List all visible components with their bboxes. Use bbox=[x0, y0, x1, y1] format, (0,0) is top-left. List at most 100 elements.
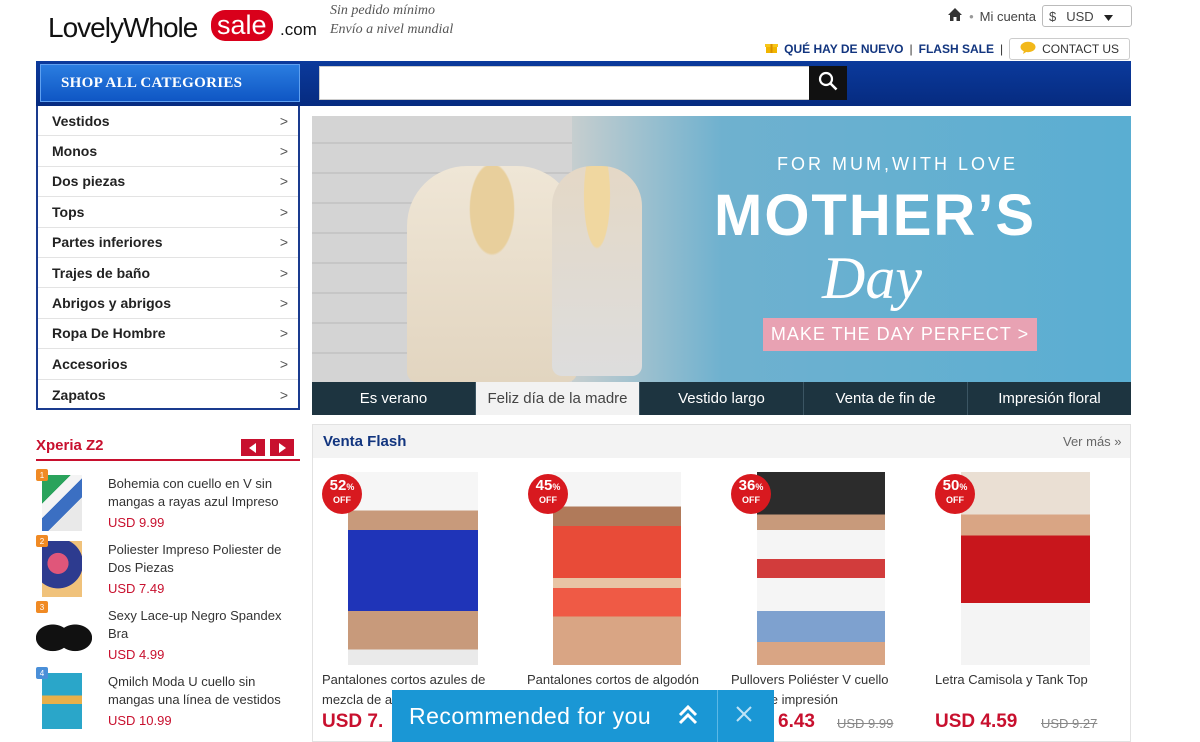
product-name[interactable]: Letra Camisola y Tank Top bbox=[935, 670, 1125, 690]
recommended-popup[interactable]: Recommended for you bbox=[392, 690, 774, 742]
discount-value: 36% bbox=[738, 477, 764, 494]
percent-sign: % bbox=[552, 482, 561, 492]
currency-symbol: $ bbox=[1049, 8, 1057, 24]
category-label: Trajes de baño bbox=[52, 264, 151, 281]
next-arrow-button[interactable] bbox=[270, 439, 294, 456]
product-old-price: USD 9.27 bbox=[1041, 716, 1098, 731]
category-label: Monos bbox=[52, 143, 98, 160]
product-price: USD 9.99 bbox=[108, 515, 165, 530]
category-item-accesorios[interactable]: Accesorios > bbox=[38, 349, 298, 380]
sidebar-list-title: Xperia Z2 bbox=[36, 437, 104, 454]
product-thumbnail[interactable] bbox=[36, 607, 92, 663]
product-thumbnail[interactable] bbox=[42, 541, 82, 597]
site-logo[interactable]: LovelyWhole sale .com bbox=[48, 4, 318, 52]
product-image[interactable] bbox=[961, 472, 1090, 665]
list-item[interactable]: 4 Qmilch Moda U cuello sin mangas una lí… bbox=[36, 667, 300, 739]
account-bar: • Mi cuenta $ USD bbox=[947, 5, 1132, 27]
list-item[interactable]: 2 Poliester Impreso Poliester de Dos Pie… bbox=[36, 535, 300, 607]
search-button[interactable] bbox=[809, 66, 847, 100]
banner-tab-es-verano[interactable]: Es verano bbox=[312, 382, 476, 415]
hero-banner[interactable]: FOR MUM,WITH LOVE MOTHER’S Day MAKE THE … bbox=[312, 116, 1131, 382]
product-name[interactable]: Poliester Impreso Poliester de Dos Pieza… bbox=[108, 541, 298, 577]
category-label: Accesorios bbox=[52, 355, 128, 372]
product-name[interactable]: Pantalones cortos de algodón bbox=[527, 670, 717, 690]
prev-arrow-button[interactable] bbox=[241, 439, 265, 456]
banner-photo-child bbox=[552, 166, 642, 376]
category-item-partes-inferiores[interactable]: Partes inferiores > bbox=[38, 228, 298, 258]
category-label: Tops bbox=[52, 203, 85, 220]
link-separator: | bbox=[909, 42, 913, 56]
banner-tab-impresion-floral[interactable]: Impresión floral bbox=[968, 382, 1131, 415]
category-label: Dos piezas bbox=[52, 173, 126, 190]
chevron-right-icon: > bbox=[279, 173, 288, 190]
contact-us-button[interactable]: CONTACT US bbox=[1009, 38, 1130, 60]
caret-down-icon bbox=[1103, 9, 1113, 24]
category-menu: Vestidos > Monos > Dos piezas > Tops > Parte… bbox=[36, 106, 300, 410]
close-icon[interactable] bbox=[735, 703, 753, 729]
category-item-trajes-de-bano[interactable]: Trajes de baño > bbox=[38, 258, 298, 289]
chevron-right-icon: > bbox=[279, 203, 288, 220]
banner-tab-vestido-largo[interactable]: Vestido largo bbox=[640, 382, 804, 415]
category-item-monos[interactable]: Monos > bbox=[38, 136, 298, 167]
banner-tab-feliz-dia-madre[interactable]: Feliz día de la madre bbox=[476, 382, 640, 415]
arrow-left-icon bbox=[249, 442, 256, 453]
category-item-zapatos[interactable]: Zapatos > bbox=[38, 380, 298, 410]
chevron-right-icon: > bbox=[279, 143, 288, 160]
list-item[interactable]: 1 Bohemia con cuello en V sin mangas a r… bbox=[36, 469, 300, 541]
gift-icon bbox=[765, 41, 779, 57]
chevron-right-icon: > bbox=[279, 386, 288, 403]
product-name[interactable]: Qmilch Moda U cuello sin mangas una líne… bbox=[108, 673, 298, 709]
link-separator: | bbox=[999, 42, 1004, 56]
flash-sale-link[interactable]: FLASH SALE bbox=[919, 42, 994, 56]
my-account-link[interactable]: Mi cuenta bbox=[980, 9, 1036, 24]
chevron-right-icon: > bbox=[279, 264, 288, 281]
product-thumbnail[interactable] bbox=[42, 673, 82, 729]
currency-select[interactable]: $ USD bbox=[1042, 5, 1132, 27]
category-item-abrigos[interactable]: Abrigos y abrigos > bbox=[38, 288, 298, 319]
product-name[interactable]: Bohemia con cuello en V sin mangas a ray… bbox=[108, 475, 298, 511]
tagline-min-order: Sin pedido mínimo bbox=[330, 3, 435, 18]
percent-sign: % bbox=[959, 482, 968, 492]
product-image[interactable] bbox=[348, 472, 478, 665]
rank-badge: 2 bbox=[36, 535, 48, 547]
logo-text-3: .com bbox=[280, 20, 317, 39]
chevron-right-icon: > bbox=[279, 325, 288, 342]
double-chevron-up-icon[interactable] bbox=[677, 704, 699, 731]
see-more-link[interactable]: Ver más » bbox=[1063, 434, 1122, 449]
banner-cta-button[interactable]: MAKE THE DAY PERFECT > bbox=[763, 318, 1037, 351]
product-image[interactable] bbox=[757, 472, 885, 665]
category-item-vestidos[interactable]: Vestidos > bbox=[38, 106, 298, 137]
chevron-right-icon: > bbox=[279, 295, 288, 312]
banner-subtitle: FOR MUM,WITH LOVE bbox=[777, 154, 1018, 174]
rank-badge: 1 bbox=[36, 469, 48, 481]
discount-off: OFF bbox=[946, 495, 964, 505]
category-item-tops[interactable]: Tops > bbox=[38, 197, 298, 228]
rank-badge: 4 bbox=[36, 667, 48, 679]
discount-off: OFF bbox=[333, 495, 351, 505]
arrow-right-icon bbox=[279, 442, 286, 453]
discount-value: 50% bbox=[942, 477, 968, 494]
logo-text-1: LovelyWhole bbox=[48, 12, 198, 43]
search-input[interactable] bbox=[319, 66, 811, 100]
discount-off: OFF bbox=[539, 495, 557, 505]
category-item-ropa-de-hombre[interactable]: Ropa De Hombre > bbox=[38, 319, 298, 350]
tagline-shipping: Envío a nivel mundial bbox=[330, 22, 454, 37]
category-item-dos-piezas[interactable]: Dos piezas > bbox=[38, 167, 298, 198]
product-price: USD 4.99 bbox=[108, 647, 165, 662]
banner-title: MOTHER’S bbox=[714, 183, 1037, 248]
chevron-right-icon: > bbox=[279, 112, 288, 129]
product-name[interactable]: Sexy Lace-up Negro Spandex Bra bbox=[108, 607, 298, 643]
discount-value: 52% bbox=[329, 477, 355, 494]
rank-badge: 3 bbox=[36, 601, 48, 613]
shop-all-categories-button[interactable]: SHOP ALL CATEGORIES bbox=[40, 64, 300, 102]
home-icon[interactable] bbox=[947, 7, 963, 25]
percent-sign: % bbox=[346, 482, 355, 492]
separator-dot: • bbox=[969, 8, 974, 24]
product-price: USD 7.49 bbox=[108, 581, 165, 596]
whats-new-link[interactable]: QUÉ HAY DE NUEVO bbox=[784, 42, 903, 56]
product-thumbnail[interactable] bbox=[42, 475, 82, 531]
list-item[interactable]: 3 Sexy Lace-up Negro Spandex Bra USD 4.9… bbox=[36, 601, 300, 673]
product-image[interactable] bbox=[553, 472, 681, 665]
banner-tab-venta-fin-de[interactable]: Venta de fin de bbox=[804, 382, 968, 415]
logo-text-2: sale bbox=[211, 10, 273, 41]
